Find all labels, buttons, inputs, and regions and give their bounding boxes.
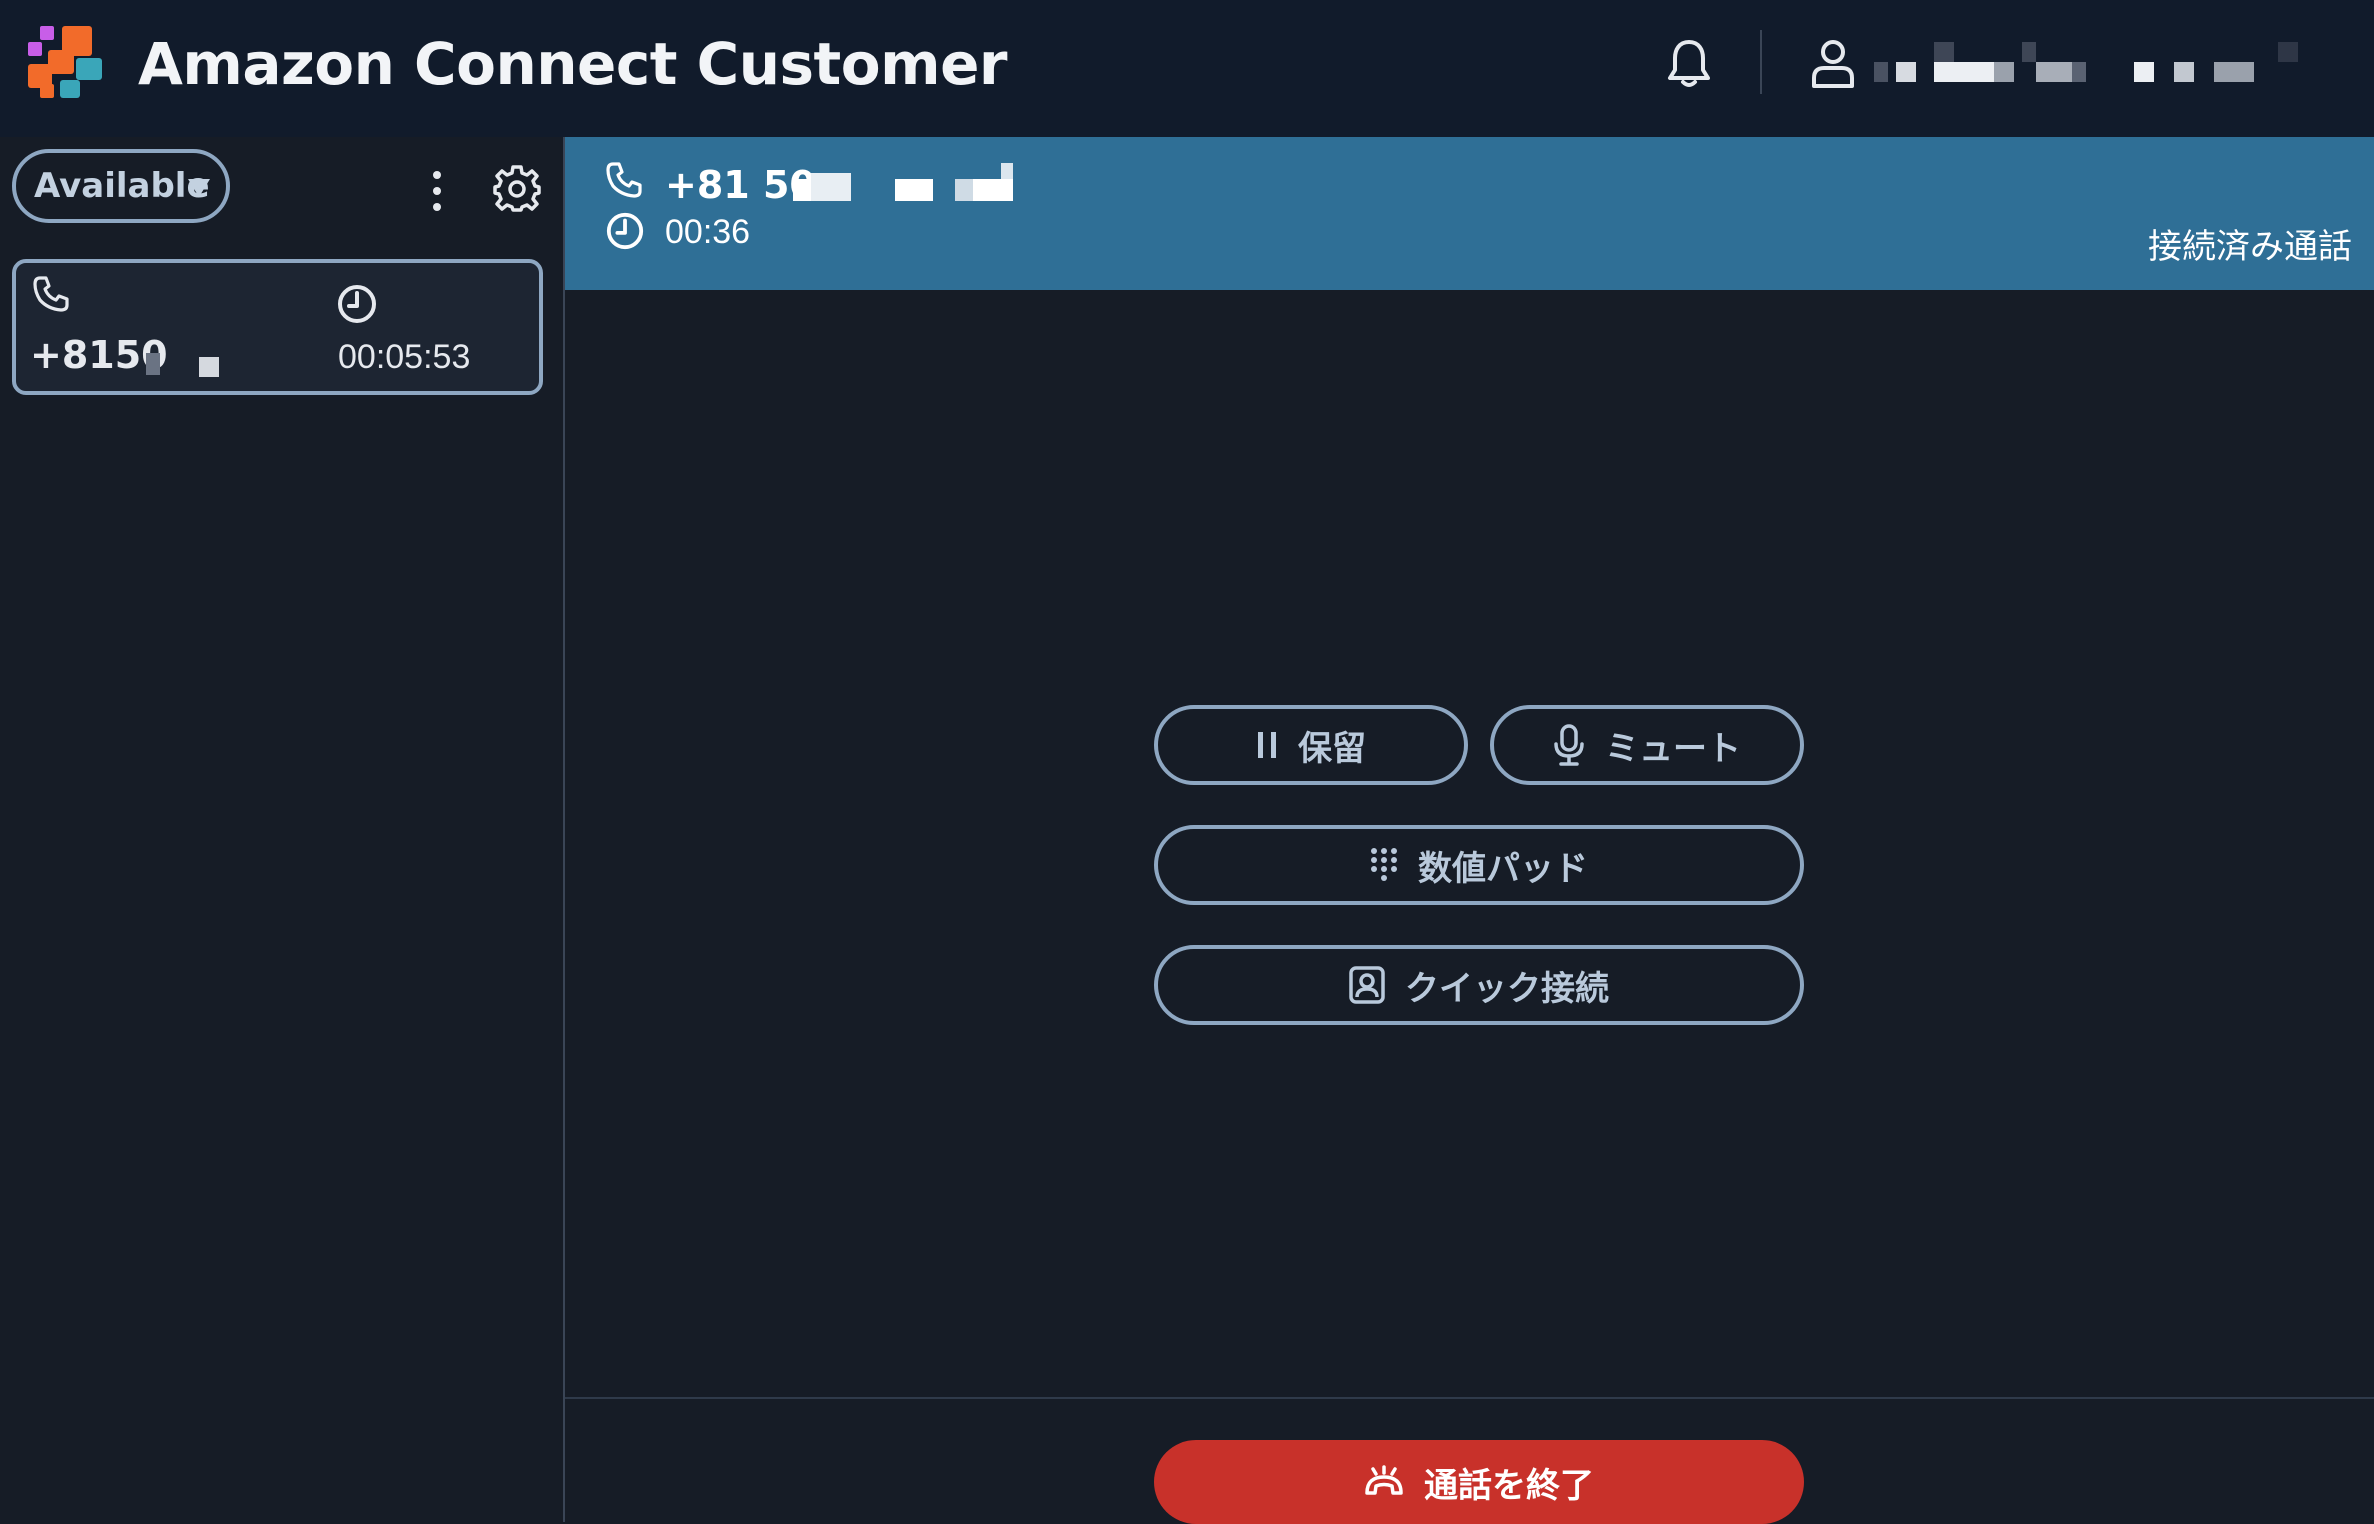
quick-connect-button[interactable]: クイック接続 [1154,945,1804,1025]
redacted-digits [199,357,219,377]
active-contact-card[interactable]: +8150 00:05:53 [12,259,543,395]
microphone-icon [1554,724,1584,766]
pause-icon [1258,732,1276,758]
contact-elapsed-time: 00:05:53 [338,338,471,376]
bell-icon[interactable] [1665,38,1713,90]
call-duration: 00:36 [665,213,751,251]
user-name-redacted [1872,40,2342,90]
clock-icon [338,285,376,323]
phone-icon [606,162,642,198]
end-call-label: 通話を終了 [1424,1465,1594,1506]
redacted-digits [895,179,933,201]
user-icon[interactable] [1810,38,1856,90]
dialpad-icon [1371,848,1397,881]
call-status-header: +81 50 00:36 接続済み通話 [565,137,2374,290]
app-title: Amazon Connect Customer [138,30,1008,98]
redacted-digits [955,179,973,201]
phone-icon [33,276,69,312]
header-divider [1760,30,1762,94]
call-state-label: 接続済み通話 [2148,228,2352,266]
keypad-button[interactable]: 数値パッド [1154,825,1804,905]
clock-icon [606,212,644,250]
more-options-icon[interactable] [425,167,449,215]
footer-divider [565,1397,2374,1399]
panel-divider [563,137,565,1522]
amazon-connect-logo-icon [28,26,102,98]
top-bar: Amazon Connect Customer [0,0,2374,137]
quick-connect-label: クイック接続 [1405,968,1609,1009]
redacted-digits [146,353,160,375]
settings-gear-icon[interactable] [493,164,541,212]
contact-card-icon [1349,966,1385,1004]
agent-status-dropdown[interactable]: Available [12,149,230,223]
hold-button[interactable]: 保留 [1154,705,1468,785]
hold-label: 保留 [1298,728,1366,769]
redacted-digits [973,179,1013,201]
mute-label: ミュート [1605,728,1741,769]
contacts-sidebar: Available +8150 00:05:53 [0,137,563,1522]
caret-down-icon [188,179,210,197]
hang-up-icon [1365,1465,1403,1495]
keypad-label: 数値パッド [1418,848,1588,889]
mute-button[interactable]: ミュート [1490,705,1804,785]
agent-status-label: Available [34,166,210,206]
redacted-digits [811,173,851,201]
redacted-digits [1001,163,1013,179]
end-call-button[interactable]: 通話を終了 [1154,1440,1804,1524]
redacted-digits [793,179,811,201]
